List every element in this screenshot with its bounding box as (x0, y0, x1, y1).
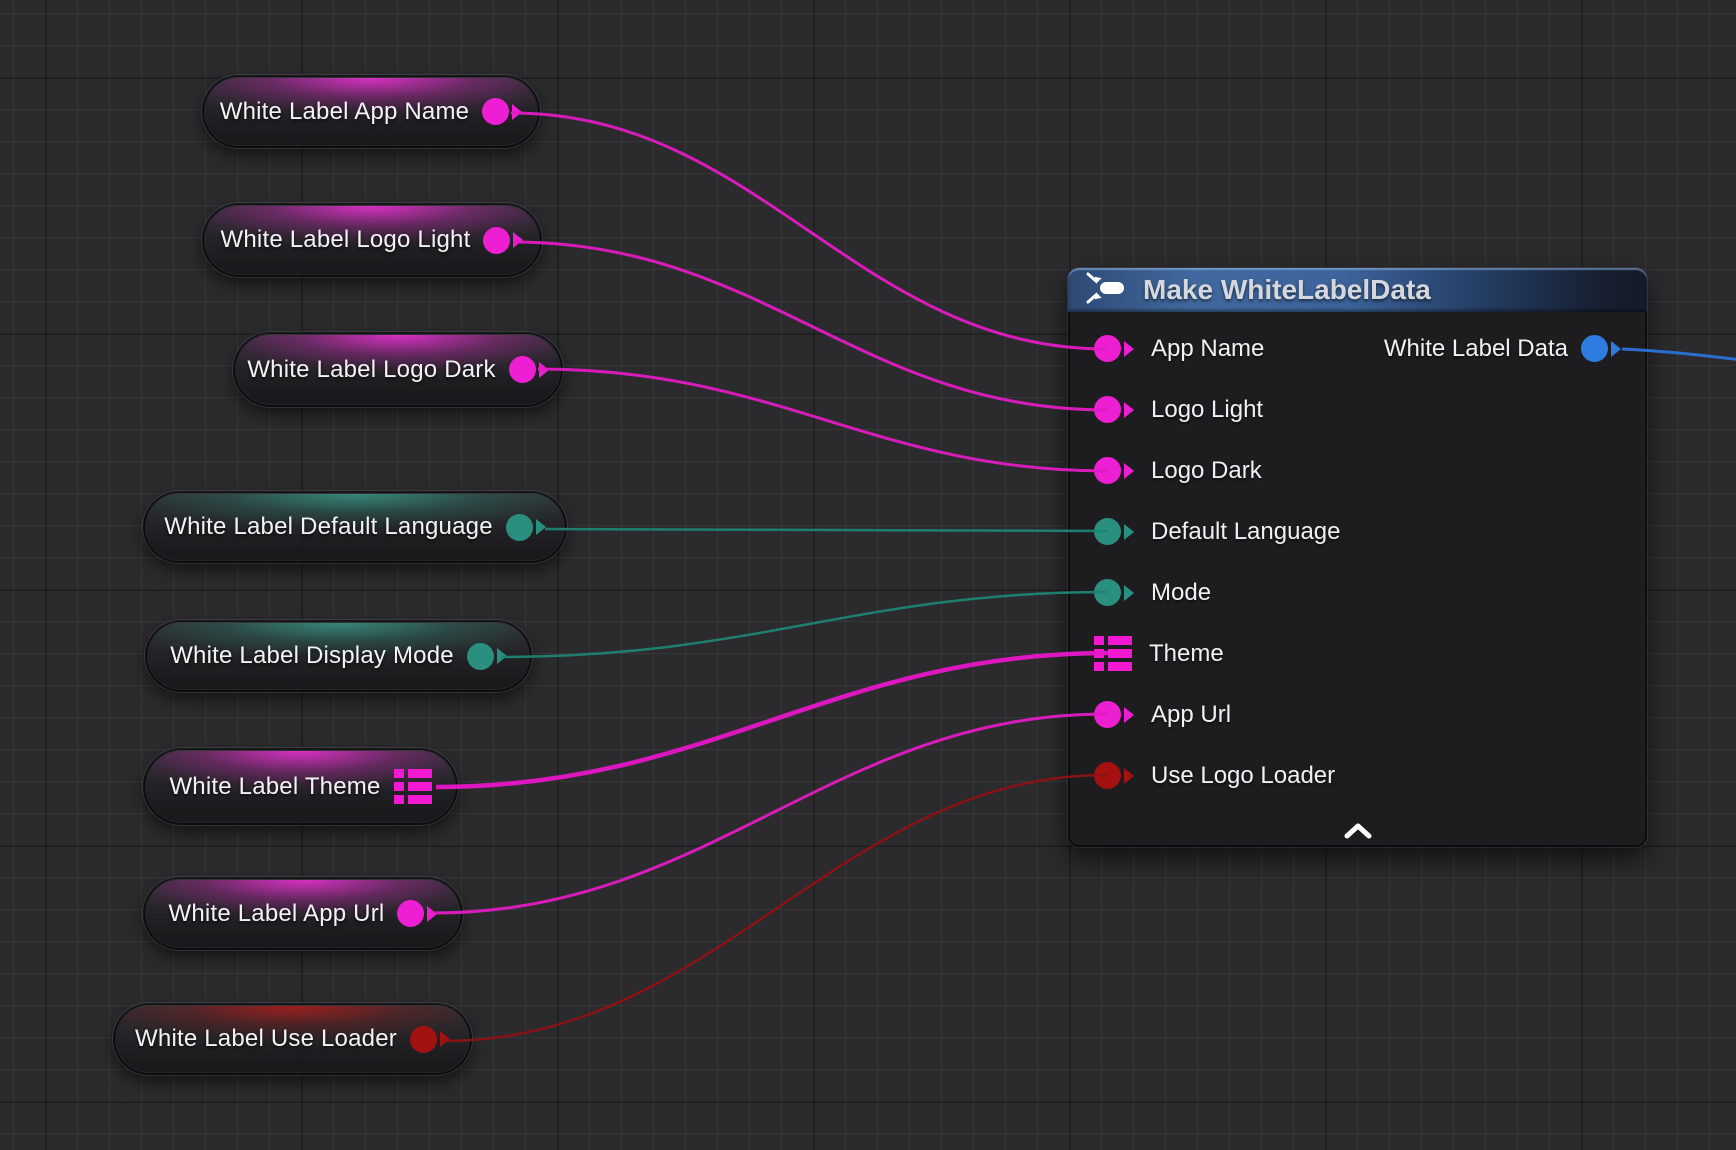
getter-label: White Label App Name (220, 98, 469, 126)
pin-row-default-language: Default Language (1068, 501, 1488, 562)
output-pin-icon[interactable] (482, 98, 522, 125)
pin-label: Default Language (1151, 518, 1341, 546)
input-pin-icon[interactable] (1094, 335, 1134, 362)
input-pin-icon[interactable] (1094, 396, 1134, 423)
getter-label: White Label Theme (169, 773, 380, 801)
output-pin-icon[interactable] (410, 1026, 450, 1053)
getter-label: White Label Logo Dark (247, 356, 495, 384)
node-get-white-label-theme[interactable]: White Label Theme (143, 748, 458, 825)
node-get-white-label-display-mode[interactable]: White Label Display Mode (145, 620, 532, 692)
input-pin-icon[interactable] (1094, 457, 1134, 484)
input-pin-icon[interactable] (1094, 518, 1134, 545)
getter-label: White Label Use Loader (135, 1025, 397, 1053)
output-pin-icon[interactable] (397, 900, 437, 927)
getter-label: White Label App Url (169, 900, 385, 928)
getter-label: White Label Default Language (164, 513, 493, 541)
node-make-whitelabeldata[interactable]: Make WhiteLabelData App Name Logo Light … (1068, 268, 1647, 847)
node-get-white-label-use-loader[interactable]: White Label Use Loader (113, 1003, 472, 1075)
input-pin-icon[interactable] (1094, 579, 1134, 606)
node-get-white-label-default-language[interactable]: White Label Default Language (143, 491, 567, 563)
collapse-chevron-button[interactable] (1341, 821, 1375, 841)
make-node-title: Make WhiteLabelData (1143, 274, 1431, 306)
pin-label: App Url (1151, 701, 1231, 729)
grid-pin-icon[interactable] (1094, 636, 1132, 671)
pin-label: Mode (1151, 579, 1211, 607)
graph-canvas[interactable]: White Label App Name White Label Logo Li… (0, 0, 1736, 1150)
pin-label: Logo Light (1151, 396, 1263, 424)
make-node-header[interactable]: Make WhiteLabelData (1068, 268, 1647, 312)
wire-display-mode[interactable] (501, 592, 1107, 657)
wire-default-language[interactable] (545, 529, 1107, 531)
pin-row-app-url: App Url (1068, 684, 1488, 745)
pin-row-theme: Theme (1068, 623, 1488, 684)
output-pin-icon[interactable] (483, 227, 523, 254)
node-get-white-label-app-url[interactable]: White Label App Url (143, 877, 463, 950)
pin-row-mode: Mode (1068, 562, 1488, 623)
wire-logo-light[interactable] (513, 242, 1107, 410)
pin-row-logo-light: Logo Light (1068, 379, 1488, 440)
input-pin-icon[interactable] (1094, 701, 1134, 728)
pin-row-logo-dark: Logo Dark (1068, 440, 1488, 501)
wire-logo-dark[interactable] (538, 369, 1107, 471)
wire-app-url[interactable] (433, 714, 1107, 913)
pin-label: White Label Data (1384, 335, 1568, 363)
input-pin-icon[interactable] (1094, 762, 1134, 789)
getter-label: White Label Display Mode (170, 642, 454, 670)
output-pin-icon[interactable] (1581, 335, 1621, 362)
make-struct-icon (1085, 270, 1127, 311)
getter-label: White Label Logo Light (221, 226, 471, 254)
input-pins: App Name Logo Light Logo Dark Default La… (1068, 318, 1488, 806)
output-pin-icon[interactable] (509, 356, 549, 383)
wire-app-name[interactable] (511, 113, 1107, 349)
pin-label: Use Logo Loader (1151, 762, 1335, 790)
output-pin-icon[interactable] (467, 643, 507, 670)
chevron-up-icon (1344, 823, 1372, 839)
pin-row-white-label-data: White Label Data (1384, 318, 1647, 379)
output-pin-icon[interactable] (506, 514, 546, 541)
pin-label: Theme (1149, 640, 1224, 668)
grid-pin-icon[interactable] (394, 769, 432, 804)
pin-label: Logo Dark (1151, 457, 1262, 485)
wire-use-loader[interactable] (443, 775, 1107, 1041)
node-get-white-label-app-name[interactable]: White Label App Name (202, 75, 540, 148)
pin-row-use-logo-loader: Use Logo Loader (1068, 745, 1488, 806)
node-get-white-label-logo-dark[interactable]: White Label Logo Dark (233, 332, 563, 407)
wire-theme[interactable] (436, 653, 1108, 787)
node-get-white-label-logo-light[interactable]: White Label Logo Light (202, 203, 542, 277)
pin-label: App Name (1151, 335, 1264, 363)
